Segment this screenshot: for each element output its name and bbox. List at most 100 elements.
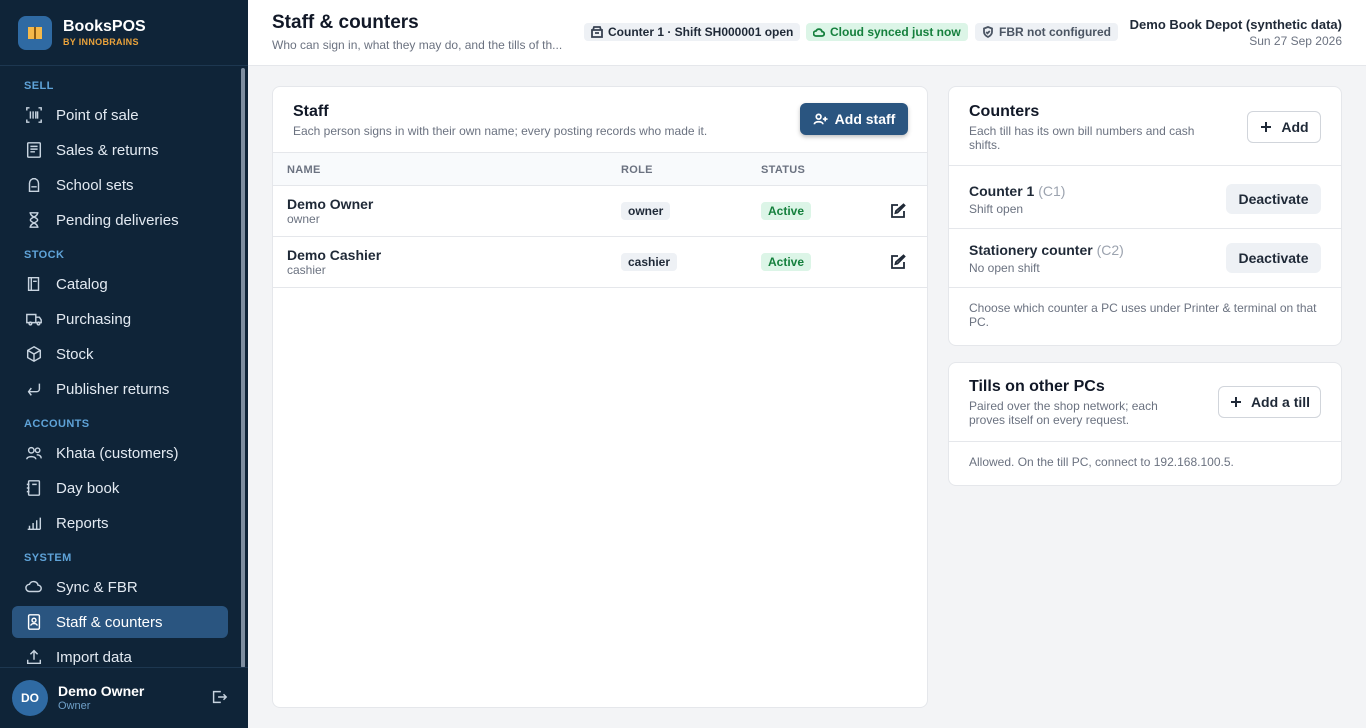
column-header-role: ROLE — [621, 164, 653, 176]
sidebar-item-label: Khata (customers) — [56, 444, 179, 462]
sidebar-item-sync-fbr[interactable]: Sync & FBR — [12, 571, 228, 603]
tills-note: Allowed. On the till PC, connect to 192.… — [969, 455, 1234, 469]
nav-section-accounts: ACCOUNTS — [24, 418, 90, 430]
fbr-status-badge[interactable]: FBR not configured — [975, 23, 1118, 41]
receipt-icon — [24, 140, 44, 160]
counter-item-name: Counter 1 (C1) — [969, 183, 1065, 199]
sidebar-item-label: Import data — [56, 648, 132, 666]
cloud-icon — [24, 577, 44, 597]
sidebar-item-staff-counters[interactable]: Staff & counters — [12, 606, 228, 638]
divider — [949, 165, 1341, 166]
counter-shift-badge[interactable]: Counter 1 · Shift SH000001 open — [584, 23, 801, 41]
truck-icon — [24, 309, 44, 329]
plus-icon — [1261, 122, 1272, 132]
business-date: Sun 27 Sep 2026 — [1249, 34, 1342, 48]
sidebar-item-label: Catalog — [56, 275, 108, 293]
page-header: Staff & counters Who can sign in, what t… — [248, 0, 1366, 66]
tills-card: Tills on other PCs Paired over the shop … — [948, 362, 1342, 486]
users-icon — [24, 443, 44, 463]
nav-section-system: SYSTEM — [24, 552, 72, 564]
sidebar-item-purchasing[interactable]: Purchasing — [12, 303, 228, 335]
staff-username: cashier — [287, 263, 326, 277]
add-staff-button[interactable]: Add staff — [800, 103, 908, 135]
sidebar-item-khata[interactable]: Khata (customers) — [12, 437, 228, 469]
plus-icon — [1230, 397, 1241, 407]
notebook-icon — [24, 478, 44, 498]
user-name: Demo Owner — [58, 683, 145, 699]
sidebar-item-label: Sync & FBR — [56, 578, 138, 596]
staff-username: owner — [287, 212, 320, 226]
add-user-icon — [813, 113, 828, 124]
counter-name-text: Counter 1 — [969, 183, 1035, 199]
staff-subtitle: Each person signs in with their own name… — [293, 124, 708, 138]
shield-icon — [983, 26, 993, 38]
bar-chart-icon — [24, 513, 44, 533]
divider — [949, 287, 1341, 288]
add-counter-button[interactable]: Add — [1247, 111, 1321, 143]
table-row[interactable]: Demo Cashier cashier cashier Active — [273, 237, 927, 288]
sidebar-item-sales-returns[interactable]: Sales & returns — [12, 134, 228, 166]
sidebar-item-label: Pending deliveries — [56, 211, 179, 229]
add-till-button[interactable]: Add a till — [1218, 386, 1321, 418]
sidebar-item-stock[interactable]: Stock — [12, 338, 228, 370]
company-info: Demo Book Depot (synthetic data) Sun 27 … — [1130, 17, 1342, 49]
fbr-status-text: FBR not configured — [999, 25, 1111, 39]
staff-name: Demo Owner — [287, 196, 374, 212]
hourglass-icon — [24, 210, 44, 230]
sidebar-scrollbar[interactable] — [241, 68, 245, 668]
logout-icon[interactable] — [210, 688, 230, 708]
counters-subtitle: Each till has its own bill numbers and c… — [969, 124, 1195, 152]
sidebar: BooksPOS BY INNOBRAINS SELL Point of sal… — [0, 0, 248, 728]
counter-code: (C1) — [1038, 183, 1066, 199]
edit-icon[interactable] — [888, 201, 908, 221]
status-badge: Active — [761, 202, 812, 220]
sidebar-item-publisher-returns[interactable]: Publisher returns — [12, 373, 228, 405]
add-counter-label: Add — [1281, 119, 1309, 135]
staff-card: Staff Each person signs in with their ow… — [272, 86, 928, 708]
status-badge: Active — [761, 253, 812, 271]
cloud-check-icon — [813, 28, 825, 37]
sidebar-item-label: School sets — [56, 176, 134, 194]
counter-state: Shift open — [969, 202, 1024, 216]
sidebar-item-day-book[interactable]: Day book — [12, 472, 228, 504]
sidebar-nav: SELL Point of sale Sales & returns Schoo… — [0, 66, 240, 666]
tills-subtitle: Paired over the shop network; each prove… — [969, 399, 1158, 427]
sidebar-item-point-of-sale[interactable]: Point of sale — [12, 99, 228, 131]
sidebar-item-pending-deliveries[interactable]: Pending deliveries — [12, 204, 228, 236]
cloud-sync-badge[interactable]: Cloud synced just now — [806, 23, 968, 41]
sidebar-item-label: Sales & returns — [56, 141, 159, 159]
edit-icon[interactable] — [888, 252, 908, 272]
staff-title: Staff — [293, 103, 329, 120]
nav-section-sell: SELL — [24, 80, 54, 92]
user-role: Owner — [58, 700, 91, 712]
book-icon — [24, 274, 44, 294]
counter-name-text: Stationery counter — [969, 242, 1093, 258]
table-row[interactable]: Demo Owner owner owner Active — [273, 186, 927, 237]
book-logo-icon — [18, 15, 52, 50]
deactivate-button[interactable]: Deactivate — [1226, 243, 1321, 273]
user-profile: DO Demo Owner Owner — [0, 667, 248, 728]
add-staff-label: Add staff — [834, 111, 896, 127]
backpack-icon — [24, 175, 44, 195]
page-subtitle: Who can sign in, what they may do, and t… — [272, 38, 563, 52]
box-icon — [24, 344, 44, 364]
sidebar-item-catalog[interactable]: Catalog — [12, 268, 228, 300]
sidebar-item-reports[interactable]: Reports — [12, 507, 228, 539]
counters-note: Choose which counter a PC uses under Pri… — [969, 301, 1317, 329]
barcode-icon — [24, 105, 44, 125]
deactivate-button[interactable]: Deactivate — [1226, 184, 1321, 214]
id-badge-icon — [24, 612, 44, 632]
sidebar-item-label: Reports — [56, 514, 109, 532]
sidebar-item-label: Day book — [56, 479, 120, 497]
role-badge: owner — [621, 202, 671, 220]
counter-shift-text: Counter 1 · Shift SH000001 open — [608, 25, 794, 39]
sidebar-item-import-data[interactable]: Import data — [12, 641, 228, 666]
counters-title: Counters — [969, 103, 1040, 120]
counter-item-name: Stationery counter (C2) — [969, 242, 1124, 258]
return-arrow-icon — [24, 379, 44, 399]
sidebar-item-school-sets[interactable]: School sets — [12, 169, 228, 201]
counter-state: No open shift — [969, 261, 1040, 275]
divider — [949, 441, 1341, 442]
app-byline: BY INNOBRAINS — [63, 36, 139, 47]
sidebar-item-label: Publisher returns — [56, 380, 170, 398]
